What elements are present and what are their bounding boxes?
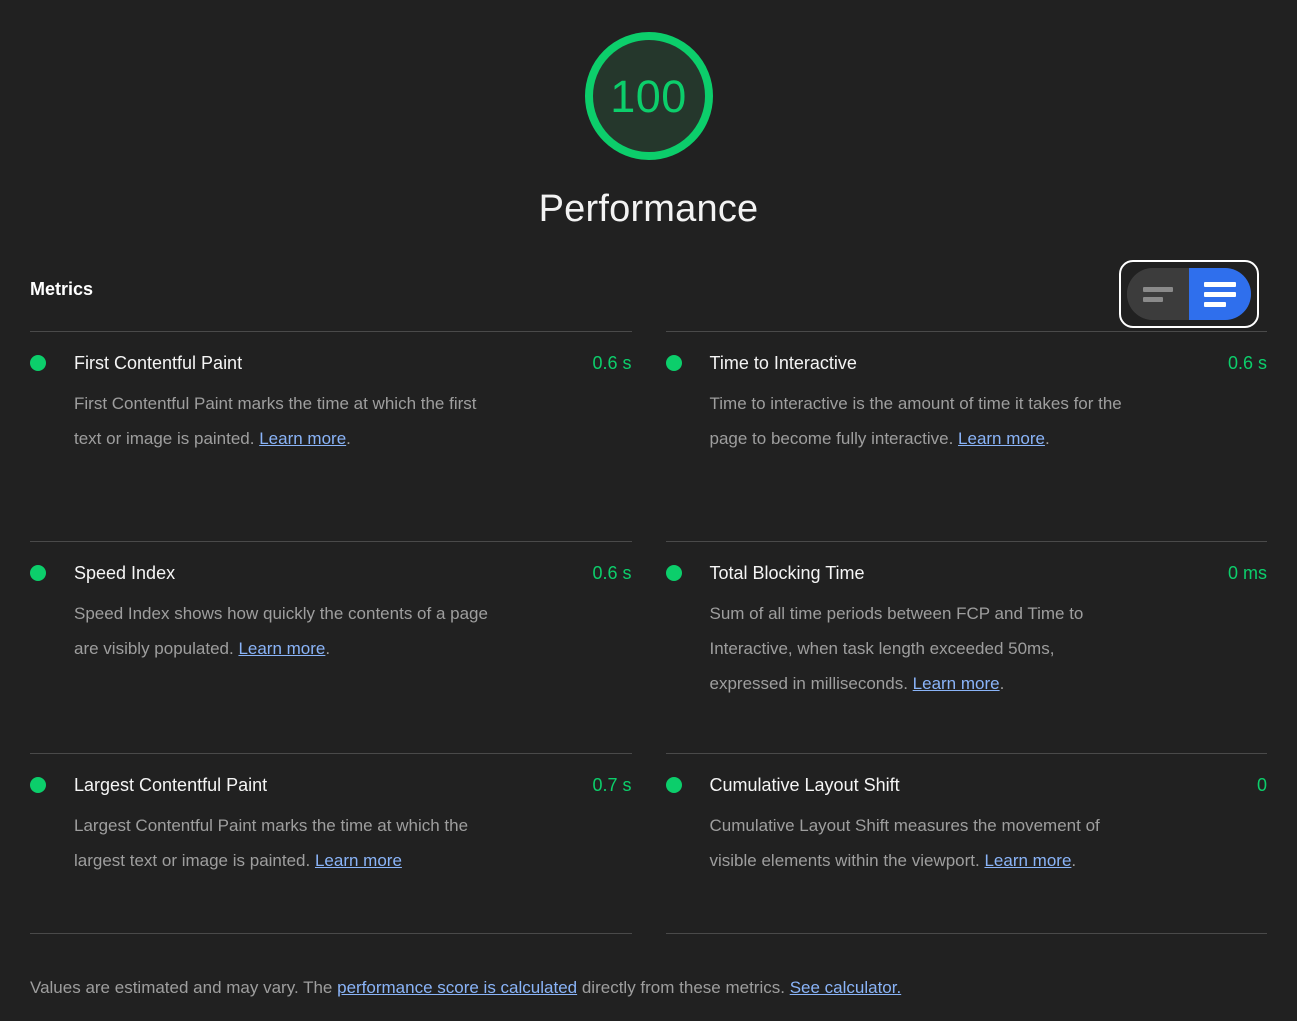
metric-item: Total Blocking Time Sum of all time peri…	[665, 541, 1267, 753]
metric-value: 0.6 s	[592, 353, 632, 373]
metric-name: First Contentful Paint	[74, 353, 243, 373]
disclaimer-text-1: Values are estimated and may vary. The	[30, 978, 338, 997]
metric-value: 0	[1256, 775, 1267, 795]
metric-item: Largest Contentful Paint Largest Content…	[30, 753, 632, 933]
metric-description: Speed Index shows how quickly the conten…	[74, 596, 494, 666]
status-dot-pass-icon	[30, 565, 46, 581]
footer-rule-right	[665, 933, 1267, 934]
metric-description: Sum of all time periods between FCP and …	[710, 596, 1130, 701]
footer-rule-left	[30, 933, 632, 934]
learn-more-link[interactable]: Learn more	[238, 639, 325, 658]
lighthouse-performance-report: 100 Performance Metrics First Contentful…	[0, 0, 1297, 1021]
status-dot-pass-icon	[30, 355, 46, 371]
list-collapsed-icon	[1143, 286, 1173, 302]
metric-description-tail: .	[346, 429, 351, 448]
metric-name: Total Blocking Time	[709, 563, 865, 583]
metrics-view-toggle[interactable]	[1119, 260, 1259, 328]
metric-description: First Contentful Paint marks the time at…	[74, 386, 494, 456]
metric-description-text: Sum of all time periods between FCP and …	[709, 604, 1084, 693]
disclaimer-text-2: directly from these metrics.	[577, 978, 790, 997]
metric-value: 0.6 s	[592, 563, 632, 583]
status-dot-pass-icon	[665, 565, 682, 581]
metrics-row-1: First Contentful Paint First Contentful …	[0, 331, 1297, 541]
learn-more-link[interactable]: Learn more	[259, 429, 346, 448]
metrics-row-2: Speed Index Speed Index shows how quickl…	[0, 541, 1297, 753]
metric-name: Time to Interactive	[709, 353, 857, 373]
metrics-heading: Metrics	[30, 279, 94, 299]
metric-description-text: Largest Contentful Paint marks the time …	[74, 816, 469, 870]
status-dot-pass-icon	[665, 355, 682, 371]
metric-description-text: Time to interactive is the amount of tim…	[709, 394, 1122, 448]
page-title: Performance	[538, 188, 759, 230]
learn-more-link[interactable]: Learn more	[913, 674, 1000, 693]
toggle-option-expanded[interactable]	[1189, 268, 1251, 320]
metric-value: 0.7 s	[592, 775, 632, 795]
metric-item: Time to Interactive Time to interactive …	[665, 331, 1267, 541]
metric-description-tail: .	[325, 639, 331, 658]
metric-description-tail: .	[1044, 429, 1050, 448]
learn-more-link[interactable]: Learn more	[984, 851, 1071, 870]
metric-item: Cumulative Layout Shift Cumulative Layou…	[665, 753, 1267, 933]
metric-name: Speed Index	[74, 563, 176, 583]
footer-divider	[0, 933, 1297, 934]
see-calculator-link[interactable]: See calculator.	[790, 978, 902, 997]
gauge-score-value: 100	[610, 70, 687, 122]
metrics-disclaimer: Values are estimated and may vary. The p…	[30, 976, 1267, 1000]
status-dot-pass-icon	[665, 777, 682, 793]
list-expanded-icon	[1204, 281, 1236, 307]
metric-description-tail: .	[999, 674, 1005, 693]
metrics-section-header: Metrics	[0, 260, 1297, 331]
metric-name: Cumulative Layout Shift	[709, 775, 900, 795]
learn-more-link[interactable]: Learn more	[315, 851, 402, 870]
metrics-row-3: Largest Contentful Paint Largest Content…	[0, 753, 1297, 933]
metric-name: Largest Contentful Paint	[74, 775, 268, 795]
metric-item: Speed Index Speed Index shows how quickl…	[30, 541, 632, 753]
metric-description: Cumulative Layout Shift measures the mov…	[710, 808, 1130, 878]
score-gauge-header: 100 Performance	[0, 0, 1297, 231]
metric-description: Time to interactive is the amount of tim…	[710, 386, 1130, 456]
metric-description-tail: .	[1071, 851, 1077, 870]
learn-more-link[interactable]: Learn more	[958, 429, 1045, 448]
metric-value: 0.6 s	[1227, 353, 1267, 373]
metrics-view-toggle-pill	[1127, 268, 1251, 320]
performance-score-gauge[interactable]: 100	[584, 32, 713, 160]
performance-score-calculated-link[interactable]: performance score is calculated	[337, 978, 577, 997]
metric-value: 0 ms	[1227, 563, 1267, 583]
metric-item: First Contentful Paint First Contentful …	[30, 331, 632, 541]
status-dot-pass-icon	[30, 777, 46, 793]
metric-description: Largest Contentful Paint marks the time …	[74, 808, 494, 878]
toggle-option-collapsed[interactable]	[1127, 268, 1189, 320]
